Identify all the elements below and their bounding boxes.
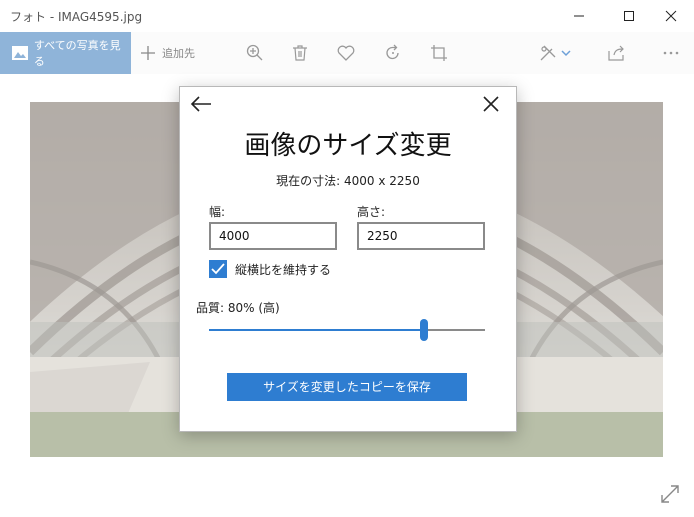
arrow-left-icon bbox=[190, 96, 211, 112]
zoom-in-icon bbox=[246, 44, 263, 61]
close-icon bbox=[483, 96, 499, 112]
toolbar: すべての写真を見る 追加先 bbox=[0, 32, 694, 74]
width-label: 幅: bbox=[209, 205, 226, 219]
fullscreen-button[interactable] bbox=[658, 482, 682, 506]
checkmark-icon bbox=[211, 263, 225, 275]
save-resized-copy-button[interactable]: サイズを変更したコピーを保存 bbox=[227, 373, 467, 401]
title-bar: フォト - IMAG4595.jpg bbox=[0, 0, 694, 32]
chevron-down-icon bbox=[561, 50, 571, 57]
quality-label: 品質: 80% (高) bbox=[196, 301, 280, 315]
photo-icon bbox=[12, 46, 28, 60]
crop-button[interactable] bbox=[423, 32, 455, 74]
back-button[interactable] bbox=[190, 95, 214, 115]
resize-dialog: 画像のサイズ変更 現在の寸法: 4000 x 2250 幅: 高さ: 4000 … bbox=[179, 86, 517, 432]
minimize-icon bbox=[574, 15, 584, 17]
keep-aspect-ratio-checkbox[interactable] bbox=[209, 260, 227, 278]
close-window-button[interactable] bbox=[648, 0, 694, 32]
maximize-button[interactable] bbox=[606, 0, 652, 32]
expand-icon bbox=[661, 485, 679, 503]
close-icon bbox=[665, 10, 677, 22]
crop-icon bbox=[431, 45, 447, 61]
more-button[interactable] bbox=[655, 32, 687, 74]
current-dimensions: 現在の寸法: 4000 x 2250 bbox=[276, 174, 420, 188]
share-button[interactable] bbox=[601, 32, 633, 74]
favorite-button[interactable] bbox=[330, 32, 362, 74]
keep-aspect-ratio-label: 縦横比を維持する bbox=[235, 263, 332, 277]
dialog-title: 画像のサイズ変更 bbox=[244, 131, 452, 161]
rotate-icon bbox=[386, 44, 399, 60]
all-photos-label: すべての写真を見る bbox=[33, 39, 121, 68]
rotate-button[interactable] bbox=[377, 32, 409, 74]
window-title: フォト - IMAG4595.jpg bbox=[10, 10, 143, 24]
all-photos-button[interactable]: すべての写真を見る bbox=[0, 32, 131, 74]
quality-slider-fill bbox=[209, 329, 425, 331]
quality-slider[interactable] bbox=[209, 319, 485, 341]
maximize-icon bbox=[624, 11, 634, 21]
minimize-button[interactable] bbox=[556, 0, 602, 32]
delete-button[interactable] bbox=[284, 32, 316, 74]
add-to-button[interactable]: 追加先 bbox=[140, 32, 195, 74]
more-icon bbox=[663, 51, 679, 55]
edit-dropdown[interactable] bbox=[556, 32, 576, 74]
zoom-in-button[interactable] bbox=[239, 32, 271, 74]
edit-icon bbox=[540, 45, 556, 61]
quality-slider-thumb[interactable] bbox=[420, 319, 429, 341]
height-label: 高さ: bbox=[357, 205, 386, 219]
share-icon bbox=[608, 45, 624, 61]
width-input[interactable]: 4000 bbox=[209, 222, 337, 250]
plus-icon bbox=[141, 46, 155, 60]
trash-icon bbox=[293, 45, 307, 61]
add-to-label: 追加先 bbox=[162, 47, 195, 60]
heart-icon bbox=[337, 45, 355, 61]
dialog-close-button[interactable] bbox=[482, 95, 504, 115]
height-input[interactable]: 2250 bbox=[357, 222, 485, 250]
